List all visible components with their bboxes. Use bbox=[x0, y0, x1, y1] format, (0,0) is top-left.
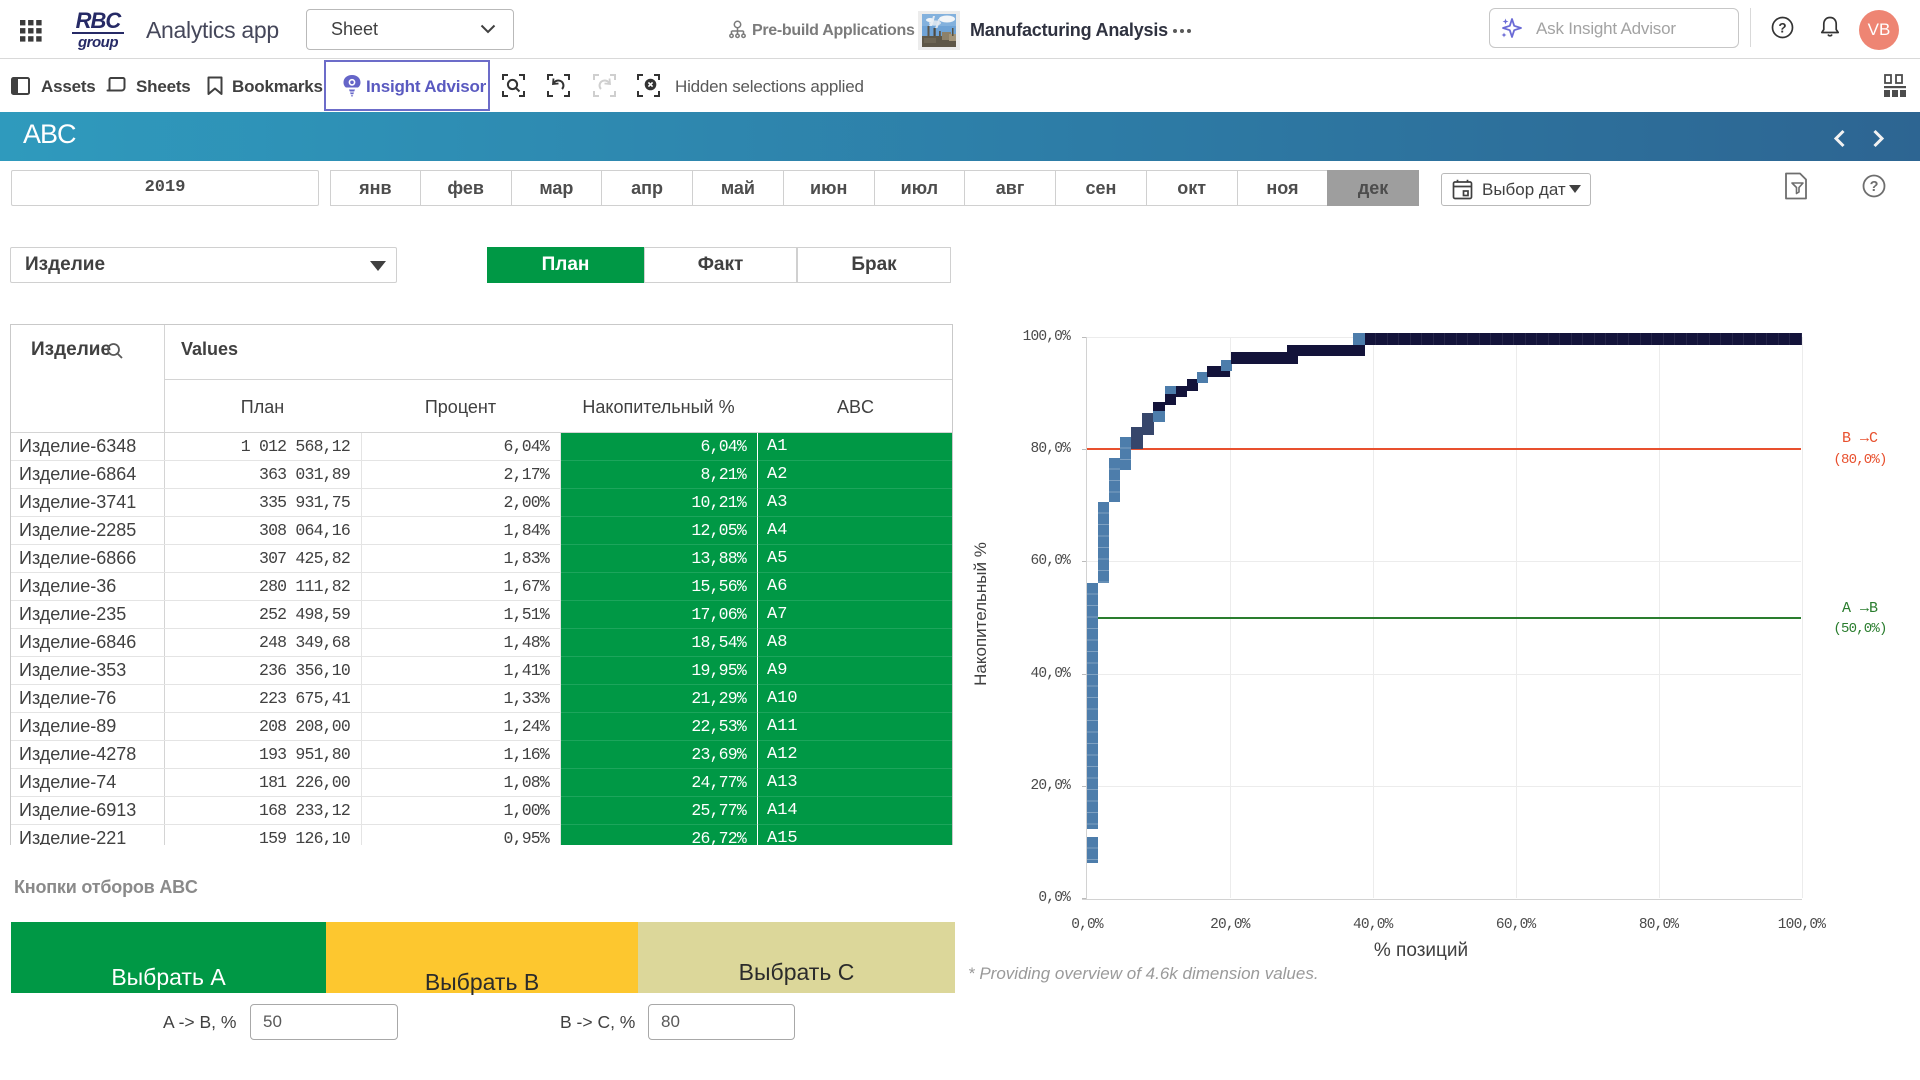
svg-text:?: ? bbox=[1778, 20, 1786, 35]
svg-text:?: ? bbox=[1870, 179, 1879, 195]
